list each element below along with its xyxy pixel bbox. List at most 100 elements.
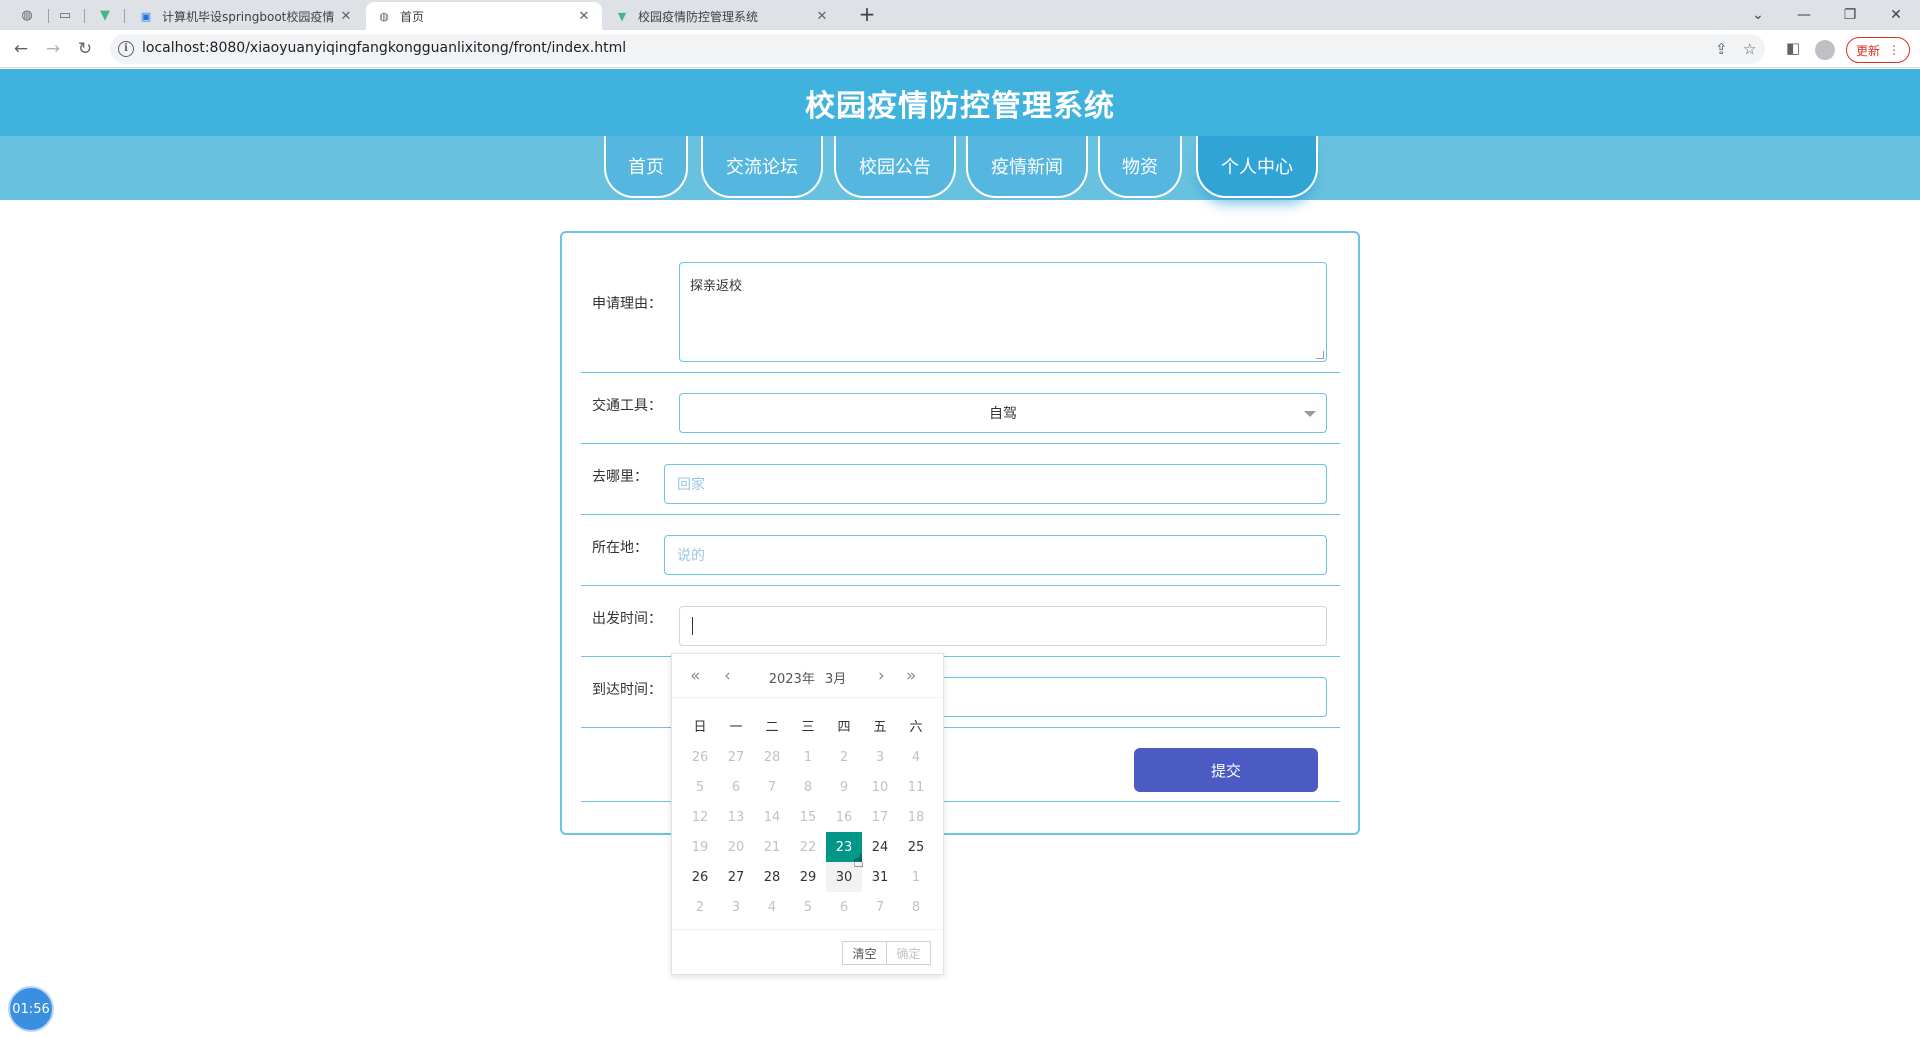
- destination-label: 去哪里：: [592, 469, 648, 485]
- calendar-day[interactable]: 28: [754, 862, 790, 892]
- calendar-day[interactable]: 2: [826, 742, 862, 772]
- update-button[interactable]: 更新 ⋮: [1846, 37, 1910, 63]
- depart-time-label: 出发时间：: [592, 611, 662, 627]
- nav-item-home[interactable]: 首页: [604, 136, 688, 198]
- calendar-day[interactable]: 12: [682, 802, 718, 832]
- nav-item-supplies[interactable]: 物资: [1098, 136, 1182, 198]
- calendar-day[interactable]: 3: [718, 892, 754, 922]
- date-picker-footer: 清空 确定: [672, 929, 943, 975]
- calendar-day[interactable]: 4: [754, 892, 790, 922]
- nav-item-personal-center[interactable]: 个人中心: [1196, 136, 1318, 198]
- submit-button[interactable]: 提交: [1134, 748, 1318, 792]
- calendar-day[interactable]: 21: [754, 832, 790, 862]
- calendar-day[interactable]: 8: [790, 772, 826, 802]
- calendar-day[interactable]: 7: [754, 772, 790, 802]
- calendar-day[interactable]: 8: [898, 892, 934, 922]
- weekday-label: 日: [693, 720, 707, 735]
- forward-arrow-icon[interactable]: →: [42, 38, 64, 60]
- back-arrow-icon[interactable]: ←: [10, 38, 32, 60]
- calendar-day[interactable]: 6: [718, 772, 754, 802]
- minimize-button[interactable]: —: [1782, 0, 1826, 30]
- nav-item-news[interactable]: 疫情新闻: [966, 136, 1088, 198]
- calendar-day[interactable]: 18: [898, 802, 934, 832]
- calendar-day[interactable]: 27: [718, 742, 754, 772]
- calendar-day[interactable]: 29: [790, 862, 826, 892]
- calendar-day[interactable]: 1: [790, 742, 826, 772]
- calendar-day[interactable]: 26: [682, 742, 718, 772]
- close-icon[interactable]: ✕: [576, 9, 592, 24]
- nav-item-forum[interactable]: 交流论坛: [701, 136, 823, 198]
- restore-button[interactable]: ❐: [1828, 0, 1872, 30]
- globe-icon[interactable]: ◍: [18, 6, 36, 24]
- calendar-day[interactable]: 19: [682, 832, 718, 862]
- destination-placeholder: 回家: [677, 477, 705, 493]
- next-year-icon[interactable]: »: [906, 666, 916, 686]
- new-tab-button[interactable]: +: [856, 4, 878, 26]
- calendar-day[interactable]: 15: [790, 802, 826, 832]
- weekday-label: 四: [837, 720, 851, 735]
- calendar-day[interactable]: 1: [898, 862, 934, 892]
- address-bar[interactable]: i localhost:8080/xiaoyuanyiqingfangkongg…: [110, 34, 1765, 64]
- next-month-icon[interactable]: ›: [878, 666, 885, 686]
- share-icon[interactable]: ⇪: [1715, 40, 1728, 58]
- calendar-day[interactable]: 13: [718, 802, 754, 832]
- site-header: 校园疫情防控管理系统: [0, 69, 1920, 136]
- calendar-day[interactable]: 3: [862, 742, 898, 772]
- tab-separator: [48, 9, 49, 23]
- calendar-day[interactable]: 4: [898, 742, 934, 772]
- destination-input[interactable]: 回家: [664, 464, 1327, 504]
- profile-avatar[interactable]: [1815, 40, 1835, 60]
- calendar-day[interactable]: 16: [826, 802, 862, 832]
- info-icon[interactable]: i: [118, 41, 134, 57]
- location-input[interactable]: 说的: [664, 535, 1327, 575]
- calendar-day[interactable]: 7: [862, 892, 898, 922]
- calendar-day[interactable]: 6: [826, 892, 862, 922]
- confirm-button[interactable]: 确定: [886, 941, 931, 965]
- calendar-day[interactable]: 10: [862, 772, 898, 802]
- weekday-header: 日一二三四五六: [682, 716, 934, 736]
- reason-textarea[interactable]: 探亲返校: [679, 262, 1327, 362]
- bilibili-icon: ▣: [140, 9, 152, 23]
- calendar-day[interactable]: 11: [898, 772, 934, 802]
- calendar-day[interactable]: 20: [718, 832, 754, 862]
- calendar-day[interactable]: 25: [898, 832, 934, 862]
- vue-logo-icon[interactable]: ▼: [96, 6, 114, 24]
- browser-tab-3[interactable]: ▼ 校园疫情防控管理系统 ✕: [604, 2, 840, 30]
- depart-time-input[interactable]: [679, 606, 1327, 646]
- url-text: localhost:8080/xiaoyuanyiqingfangkonggua…: [142, 40, 627, 56]
- browser-tab-1[interactable]: ▣ 计算机毕设springboot校园疫情 ✕: [128, 2, 364, 30]
- side-panel-icon[interactable]: ◧: [1786, 39, 1800, 57]
- nav-item-notices[interactable]: 校园公告: [834, 136, 956, 198]
- calendar-day[interactable]: 17: [862, 802, 898, 832]
- calendar-day[interactable]: 2: [682, 892, 718, 922]
- tab-title: 校园疫情防控管理系统: [638, 9, 759, 24]
- calendar-day[interactable]: 22: [790, 832, 826, 862]
- star-icon[interactable]: ☆: [1743, 40, 1756, 58]
- month-label[interactable]: 3月: [825, 672, 846, 687]
- reason-label: 申请理由：: [592, 296, 662, 312]
- calendar-day[interactable]: 27: [718, 862, 754, 892]
- transport-select[interactable]: 自驾: [679, 393, 1327, 433]
- year-label[interactable]: 2023年: [769, 672, 815, 687]
- calendar-day[interactable]: 26: [682, 862, 718, 892]
- recording-timer[interactable]: 01:56: [8, 986, 54, 1032]
- close-icon[interactable]: ✕: [814, 9, 830, 24]
- calendar-day[interactable]: 24: [862, 832, 898, 862]
- calendar-day[interactable]: 14: [754, 802, 790, 832]
- browser-tab-2[interactable]: ◍ 首页 ✕: [366, 2, 602, 30]
- blank-page-icon[interactable]: ▭: [56, 6, 74, 24]
- chevron-down-icon[interactable]: ⌄: [1736, 0, 1780, 30]
- calendar-day[interactable]: 31: [862, 862, 898, 892]
- calendar-day[interactable]: 5: [682, 772, 718, 802]
- calendar-day[interactable]: 28: [754, 742, 790, 772]
- calendar-day[interactable]: 5: [790, 892, 826, 922]
- hand-pointer-icon: ☝: [853, 851, 864, 872]
- location-placeholder: 说的: [677, 548, 705, 564]
- reload-icon[interactable]: ↻: [74, 38, 96, 60]
- calendar-day[interactable]: 9: [826, 772, 862, 802]
- clear-button[interactable]: 清空: [842, 941, 887, 965]
- reason-value: 探亲返校: [690, 279, 743, 294]
- close-window-button[interactable]: ✕: [1874, 0, 1918, 30]
- close-icon[interactable]: ✕: [338, 9, 354, 24]
- resize-grip-icon[interactable]: [1316, 351, 1324, 359]
